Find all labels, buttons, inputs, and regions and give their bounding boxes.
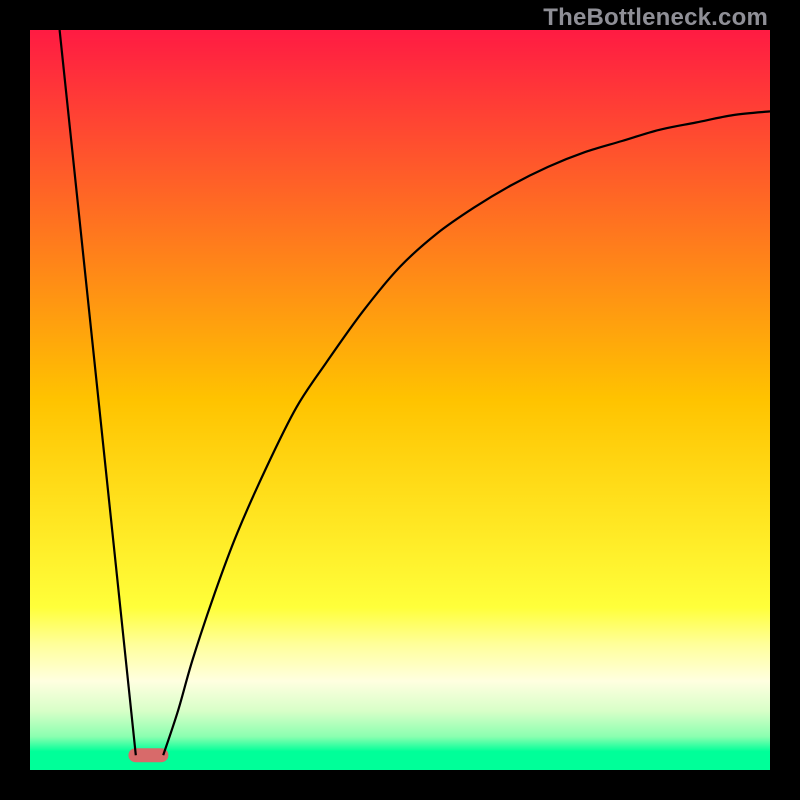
chart-svg (30, 30, 770, 770)
watermark-text: TheBottleneck.com (543, 4, 768, 32)
chart-frame: TheBottleneck.com (0, 0, 800, 800)
plot-area (30, 30, 770, 770)
gradient-background (30, 30, 770, 770)
